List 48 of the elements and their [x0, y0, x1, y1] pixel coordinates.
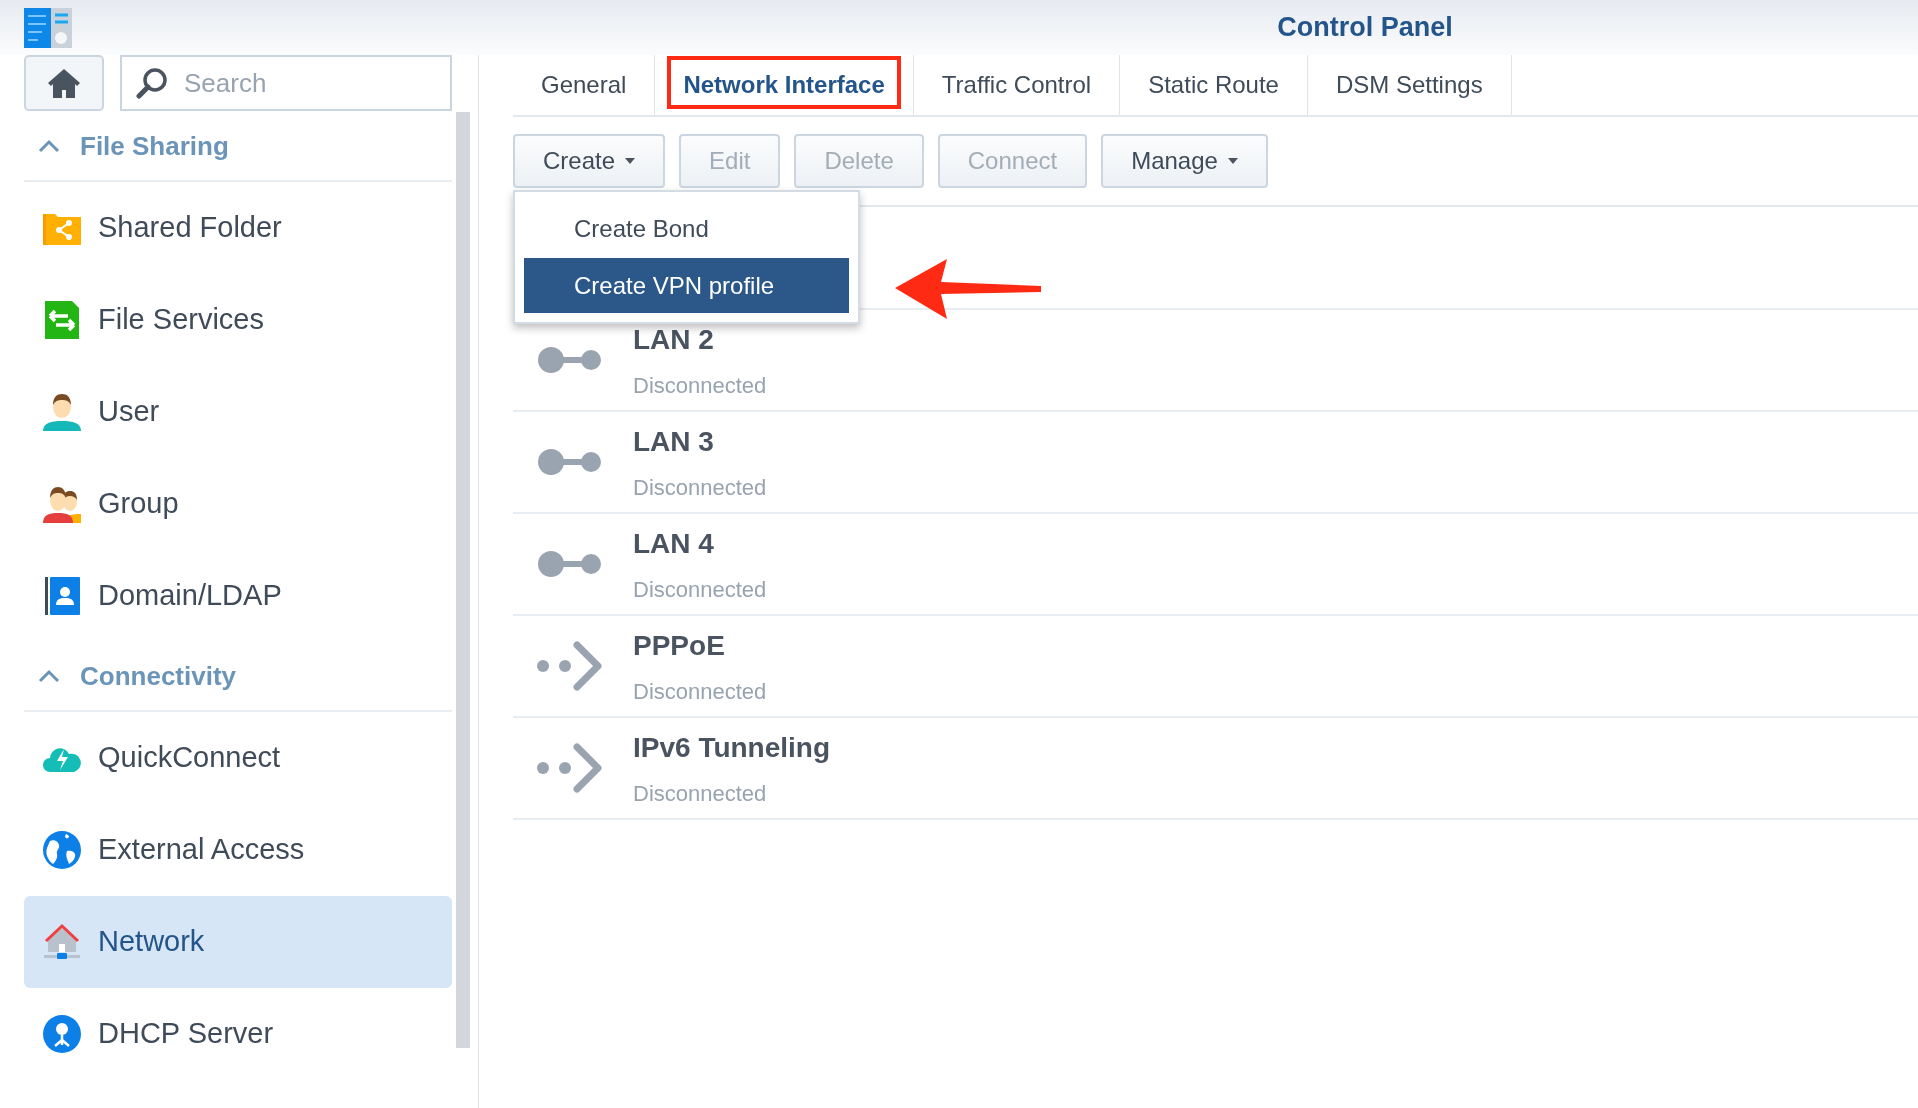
- file-services-icon: [42, 300, 82, 340]
- sidebar-item[interactable]: External Access: [24, 804, 452, 896]
- interface-name: LAN 4: [633, 526, 715, 561]
- tab[interactable]: Traffic Control: [913, 55, 1121, 115]
- sidebar-item[interactable]: Group: [24, 458, 452, 550]
- sidebar-item[interactable]: Network: [24, 896, 452, 988]
- sidebar-item[interactable]: Domain/LDAP: [24, 550, 452, 642]
- toolbar-button[interactable]: Manage: [1101, 134, 1268, 188]
- sidebar-item[interactable]: User: [24, 366, 452, 458]
- group-icon: [42, 484, 82, 524]
- window-title: Control Panel: [1277, 11, 1453, 45]
- sidebar-item[interactable]: QuickConnect: [24, 712, 452, 804]
- globe-icon: [42, 830, 82, 870]
- interface-status: Disconnected: [633, 575, 767, 604]
- interface-name: IPv6 Tunneling: [633, 730, 831, 765]
- home-icon: [47, 67, 81, 99]
- address-book-icon: [42, 576, 82, 616]
- search-field[interactable]: Search: [120, 55, 452, 111]
- ethernet-port-icon: [537, 550, 603, 578]
- user-icon: [42, 392, 82, 432]
- menu-item[interactable]: Create Bond: [524, 201, 849, 256]
- sidebar-item[interactable]: DHCP Server: [24, 988, 452, 1080]
- interface-status: Disconnected: [633, 779, 768, 808]
- scrollbar[interactable]: [456, 112, 470, 1048]
- chevron-up-icon: [38, 669, 60, 683]
- home-button[interactable]: [24, 55, 104, 111]
- dotted-arrow-icon: [537, 641, 603, 691]
- tab[interactable]: Network Interface: [655, 55, 914, 115]
- interface-status: Disconnected: [633, 473, 767, 502]
- interface-name: LAN 3: [633, 424, 715, 459]
- house-network-icon: [42, 922, 82, 962]
- sidebar-item[interactable]: Shared Folder: [24, 182, 452, 274]
- menu-item[interactable]: Create VPN profile: [524, 258, 849, 313]
- dotted-arrow-icon: [537, 743, 603, 793]
- ethernet-port-icon: [537, 448, 603, 476]
- interface-name: PPPoE: [633, 628, 726, 663]
- chevron-up-icon: [38, 139, 60, 153]
- tab[interactable]: Static Route: [1120, 55, 1308, 115]
- control-panel-logo-icon: [24, 7, 72, 48]
- tab[interactable]: General: [513, 55, 656, 115]
- ethernet-port-icon: [537, 346, 603, 374]
- toolbar-button[interactable]: Create: [513, 134, 666, 188]
- interface-status: Disconnected: [633, 677, 767, 706]
- search-icon: [136, 67, 168, 99]
- sidebar-item[interactable]: File Services: [24, 274, 452, 366]
- interface-name: LAN 2: [633, 322, 715, 357]
- tab[interactable]: DSM Settings: [1307, 55, 1512, 115]
- interface-status: Disconnected: [633, 371, 767, 400]
